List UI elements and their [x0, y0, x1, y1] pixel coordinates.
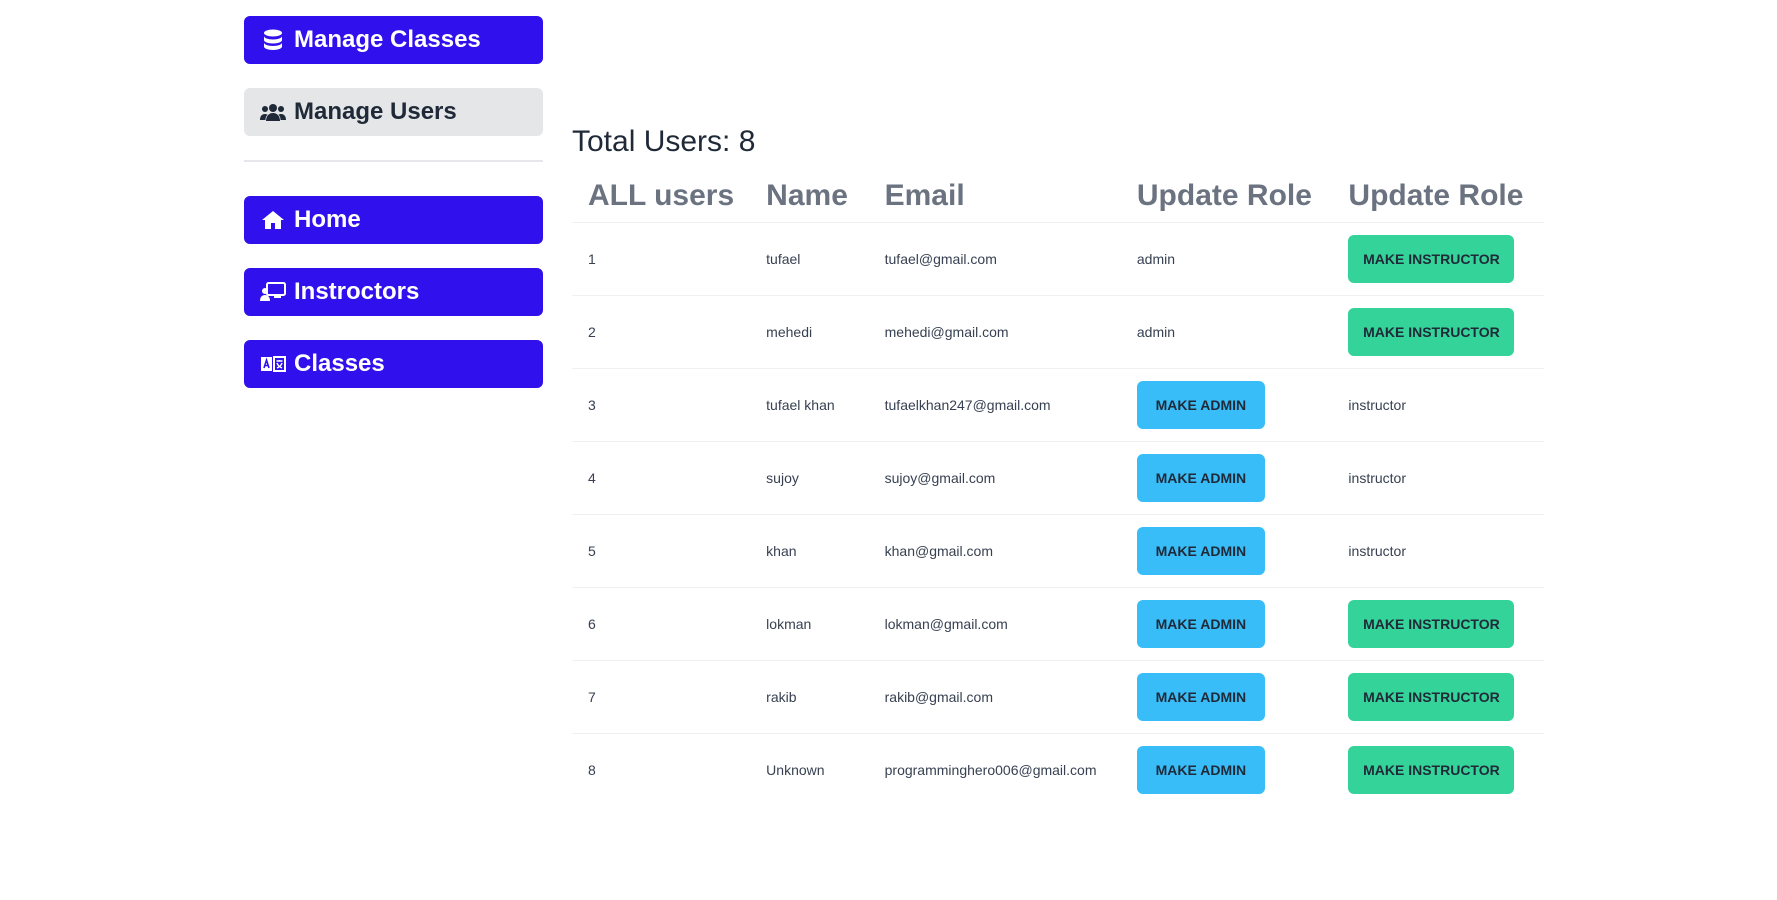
make-instructor-button[interactable]: MAKE INSTRUCTOR	[1348, 308, 1515, 356]
make-admin-button[interactable]: MAKE ADMIN	[1136, 746, 1265, 794]
user-email: sujoy@gmail.com	[868, 441, 1121, 515]
role-instructor-cell: MAKE INSTRUCTOR	[1332, 734, 1544, 807]
row-index: 6	[572, 587, 751, 661]
role-admin-cell: MAKE ADMIN	[1120, 660, 1333, 734]
row-index: 5	[572, 514, 751, 588]
manage-classes-label: Manage Classes	[294, 26, 481, 53]
sidebar: Manage Classes Manage Users Home Instroc…	[244, 16, 543, 412]
home-label: Home	[294, 206, 361, 233]
role-instructor-cell: MAKE INSTRUCTOR	[1332, 660, 1544, 734]
header-name: Name	[750, 170, 869, 223]
sidebar-divider	[244, 160, 543, 162]
user-email: mehedi@gmail.com	[868, 295, 1121, 369]
users-panel: Total Users: 8 ALL users Name Email Upda…	[572, 124, 1544, 806]
role-instructor-cell: instructor	[1332, 368, 1544, 442]
role-admin-cell: MAKE ADMIN	[1120, 368, 1333, 442]
make-instructor-button[interactable]: MAKE INSTRUCTOR	[1348, 235, 1515, 283]
row-index: 4	[572, 441, 751, 515]
classes-button[interactable]: Classes	[244, 340, 543, 388]
chalkboard-user-icon	[260, 281, 286, 303]
role-text: instructor	[1348, 543, 1406, 559]
table-row: 7 rakib rakib@gmail.com MAKE ADMIN MAKE INST…	[572, 660, 1544, 734]
user-name: lokman	[750, 587, 869, 661]
user-email: lokman@gmail.com	[868, 587, 1121, 661]
user-email: rakib@gmail.com	[868, 660, 1121, 734]
role-text: admin	[1136, 324, 1176, 340]
role-admin-cell: MAKE ADMIN	[1120, 441, 1333, 515]
manage-classes-button[interactable]: Manage Classes	[244, 16, 543, 64]
header-update-role-admin: Update Role	[1120, 170, 1333, 223]
table-row: 4 sujoy sujoy@gmail.com MAKE ADMIN instructo…	[572, 441, 1544, 515]
make-admin-button[interactable]: MAKE ADMIN	[1136, 381, 1265, 429]
user-email: programminghero006@gmail.com	[884, 762, 1097, 778]
table-header-row: ALL users Name Email Update Role Update …	[572, 170, 1544, 223]
make-admin-button[interactable]: MAKE ADMIN	[1136, 600, 1265, 648]
role-instructor-cell: instructor	[1332, 441, 1544, 515]
role-admin-cell: admin	[1120, 295, 1333, 369]
row-index: 3	[572, 368, 751, 442]
user-email: tufael@gmail.com	[868, 222, 1121, 296]
header-update-role-instructor: Update Role	[1332, 170, 1544, 223]
make-instructor-button[interactable]: MAKE INSTRUCTOR	[1348, 673, 1515, 721]
total-users-title: Total Users: 8	[572, 125, 756, 158]
table-row: 8 Unknown programminghero006@gmail.com MAKE…	[572, 734, 1544, 807]
row-index: 8	[588, 762, 596, 778]
row-index: 7	[572, 660, 751, 734]
user-email: khan@gmail.com	[868, 514, 1121, 588]
table-row: 1 tufael tufael@gmail.com admin MAKE INSTRUC…	[572, 222, 1544, 296]
home-button[interactable]: Home	[244, 196, 543, 244]
instroctors-label: Instroctors	[294, 278, 420, 305]
manage-users-label: Manage Users	[294, 98, 457, 125]
user-name: Unknown	[766, 762, 825, 778]
table-body: 1 tufael tufael@gmail.com admin MAKE INSTRUC…	[572, 222, 1544, 807]
user-name: mehedi	[750, 295, 869, 369]
table-row: 2 mehedi mehedi@gmail.com admin MAKE INSTRUC…	[572, 295, 1544, 369]
role-admin-cell: admin	[1120, 222, 1333, 296]
role-admin-cell: MAKE ADMIN	[1120, 587, 1333, 661]
make-admin-button[interactable]: MAKE ADMIN	[1136, 527, 1265, 575]
role-instructor-cell: instructor	[1332, 514, 1544, 588]
table-row: 3 tufael khan tufaelkhan247@gmail.com MAKE …	[572, 368, 1544, 442]
header-email: Email	[868, 170, 1121, 223]
language-icon	[260, 353, 286, 375]
users-table: ALL users Name Email Update Role Update …	[572, 170, 1544, 806]
make-admin-button[interactable]: MAKE ADMIN	[1136, 454, 1265, 502]
classes-label: Classes	[294, 350, 385, 377]
user-name: khan	[750, 514, 869, 588]
user-name: sujoy	[750, 441, 869, 515]
role-admin-cell: MAKE ADMIN	[1121, 734, 1333, 807]
row-index: 2	[572, 295, 751, 369]
role-instructor-cell: MAKE INSTRUCTOR	[1332, 587, 1544, 661]
instroctors-button[interactable]: Instroctors	[244, 268, 543, 316]
manage-users-button[interactable]: Manage Users	[244, 88, 543, 136]
role-text: admin	[1136, 251, 1176, 267]
make-instructor-button[interactable]: MAKE INSTRUCTOR	[1348, 746, 1515, 794]
make-instructor-button[interactable]: MAKE INSTRUCTOR	[1348, 600, 1515, 648]
user-email: tufaelkhan247@gmail.com	[868, 368, 1121, 442]
role-text: instructor	[1348, 470, 1406, 486]
row-index: 1	[572, 222, 751, 296]
home-icon	[260, 209, 286, 231]
table-row: 6 lokman lokman@gmail.com MAKE ADMIN MAKE IN…	[572, 587, 1544, 661]
role-text: instructor	[1348, 397, 1406, 413]
database-icon	[260, 29, 286, 51]
table-row: 5 khan khan@gmail.com MAKE ADMIN instructor	[572, 514, 1544, 588]
users-icon	[260, 101, 286, 123]
user-name: tufael	[750, 222, 869, 296]
header-all-users: ALL users	[572, 170, 751, 223]
user-name: tufael khan	[750, 368, 869, 442]
user-name: rakib	[750, 660, 869, 734]
role-admin-cell: MAKE ADMIN	[1120, 514, 1333, 588]
role-instructor-cell: MAKE INSTRUCTOR	[1332, 222, 1544, 296]
role-instructor-cell: MAKE INSTRUCTOR	[1332, 295, 1544, 369]
make-admin-button[interactable]: MAKE ADMIN	[1136, 673, 1265, 721]
